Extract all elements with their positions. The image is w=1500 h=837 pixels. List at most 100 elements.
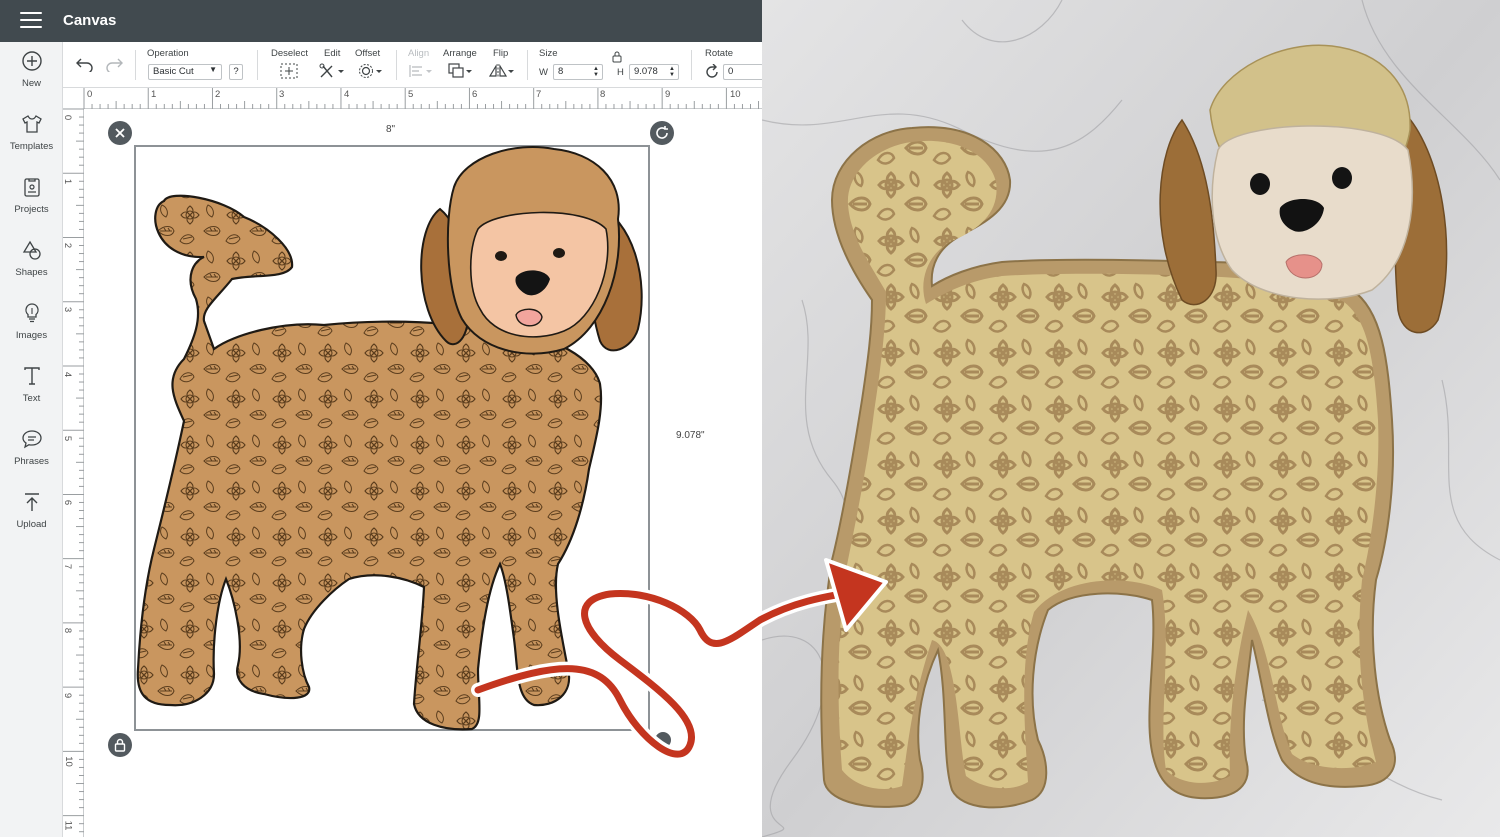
ruler-number: 4 <box>344 89 350 100</box>
ruler-number: 3 <box>62 306 74 313</box>
canvas-area[interactable]: 8" 9.078" <box>84 109 762 837</box>
ruler-number: 5 <box>62 435 74 442</box>
ruler-number: 5 <box>408 89 414 100</box>
redo-icon[interactable] <box>104 56 124 72</box>
rotate-label: Rotate <box>705 48 733 59</box>
rotate-input[interactable]: 0 <box>723 64 762 80</box>
edit-icon[interactable] <box>319 63 345 79</box>
width-label: W <box>539 67 548 78</box>
ruler-number: 1 <box>151 89 157 100</box>
finished-paper-dog-photo <box>762 0 1500 837</box>
sidebar-item-images[interactable]: Images <box>0 302 63 358</box>
edit-toolbar: Operation Basic Cut ▼ ? Deselect Edit Of… <box>63 42 762 88</box>
sidebar-item-label: Templates <box>9 141 54 152</box>
toolbar-divider <box>396 50 397 80</box>
width-input[interactable]: 8 ▲ ▼ <box>553 64 603 80</box>
stepper-icon[interactable]: ▲ ▼ <box>593 66 599 78</box>
rotate-icon <box>706 64 718 78</box>
ruler-number: 10 <box>730 89 741 100</box>
paper-left-eye <box>1250 173 1270 195</box>
toolbar-divider <box>527 50 528 80</box>
close-icon <box>115 128 125 138</box>
sidebar-item-text[interactable]: Text <box>0 365 63 421</box>
plus-circle-icon <box>21 51 42 71</box>
marble-and-paper-dog-image <box>762 0 1500 837</box>
toolbar-divider <box>135 50 136 80</box>
upload-icon <box>24 493 39 511</box>
sidebar-item-label: Text <box>22 393 41 404</box>
height-value: 9.078 <box>634 66 658 77</box>
dog-left-eye <box>495 251 507 261</box>
sidebar-item-new[interactable]: New <box>0 50 63 106</box>
size-label: Size <box>539 48 558 59</box>
stepper-icon[interactable]: ▲ ▼ <box>669 66 675 78</box>
offset-label: Offset <box>355 48 381 59</box>
chevron-down-icon: ▼ <box>209 65 217 74</box>
projects-icon <box>23 178 40 197</box>
lock-handle[interactable] <box>108 733 132 757</box>
dog-right-eye <box>553 248 565 258</box>
dog-design-artwork[interactable] <box>84 109 762 837</box>
operation-select[interactable]: Basic Cut ▼ <box>148 64 222 80</box>
sidebar-item-label: Phrases <box>14 456 49 467</box>
sidebar-item-label: Upload <box>16 519 47 530</box>
paper-right-eye <box>1332 167 1352 189</box>
design-space-app: Canvas New Templates Projects Shapes Ima… <box>0 0 762 837</box>
ruler-ticks <box>63 109 84 833</box>
ruler-number: 8 <box>62 627 74 634</box>
rotate-value: 0 <box>728 66 734 77</box>
offset-icon[interactable] <box>358 63 384 79</box>
align-label: Align <box>408 48 430 59</box>
deselect-icon[interactable] <box>280 63 298 79</box>
operation-value: Basic Cut <box>153 66 194 77</box>
ruler-number: 6 <box>62 499 74 506</box>
height-label: H <box>617 67 624 78</box>
sidebar-item-projects[interactable]: Projects <box>0 176 63 232</box>
flip-label: Flip <box>493 48 509 59</box>
align-icon <box>409 65 432 77</box>
ruler-number: 11 <box>62 820 74 831</box>
sidebar-item-phrases[interactable]: Phrases <box>0 428 63 484</box>
left-sidebar: New Templates Projects Shapes Images Tex… <box>0 42 63 837</box>
arrange-icon[interactable] <box>448 63 474 79</box>
undo-icon[interactable] <box>75 56 95 72</box>
height-input[interactable]: 9.078 ▲ ▼ <box>629 64 679 80</box>
resize-handle[interactable] <box>654 731 672 749</box>
sidebar-item-label: Projects <box>14 204 49 215</box>
tshirt-icon <box>21 115 42 133</box>
shapes-icon <box>22 240 41 260</box>
delete-handle[interactable] <box>108 121 132 145</box>
ruler-left: 0 1 2 3 4 5 6 7 8 9 10 11 <box>62 109 84 837</box>
lock-ratio-icon[interactable] <box>612 51 622 63</box>
ruler-number: 6 <box>472 89 478 100</box>
dog-head-layer[interactable] <box>420 145 643 355</box>
menu-icon[interactable] <box>20 12 42 30</box>
sidebar-item-label: Images <box>15 330 48 341</box>
toolbar-divider <box>691 50 692 80</box>
ruler-number: 7 <box>62 563 74 570</box>
ruler-number: 0 <box>87 89 93 100</box>
text-icon <box>23 367 40 385</box>
top-bar: Canvas <box>0 0 762 42</box>
help-button[interactable]: ? <box>229 64 243 80</box>
ruler-top: 0 1 2 3 4 5 6 7 8 9 10 <box>63 88 762 109</box>
sidebar-item-upload[interactable]: Upload <box>0 491 63 547</box>
ruler-number: 4 <box>62 371 74 378</box>
ruler-number: 7 <box>536 89 542 100</box>
lightbulb-icon <box>24 303 39 323</box>
app-title: Canvas <box>63 12 117 29</box>
rotate-handle[interactable] <box>650 121 674 145</box>
ruler-number: 0 <box>62 114 74 121</box>
sidebar-item-shapes[interactable]: Shapes <box>0 239 63 295</box>
toolbar-divider <box>257 50 258 80</box>
deselect-label: Deselect <box>271 48 308 59</box>
ruler-number: 2 <box>215 89 221 100</box>
ruler-number: 3 <box>279 89 285 100</box>
ruler-number: 10 <box>62 756 74 767</box>
width-value: 8 <box>558 66 564 77</box>
sidebar-item-label: New <box>21 78 41 89</box>
flip-icon[interactable] <box>489 63 515 79</box>
lock-icon <box>114 738 126 752</box>
ruler-number: 2 <box>62 242 74 249</box>
sidebar-item-templates[interactable]: Templates <box>0 113 63 169</box>
